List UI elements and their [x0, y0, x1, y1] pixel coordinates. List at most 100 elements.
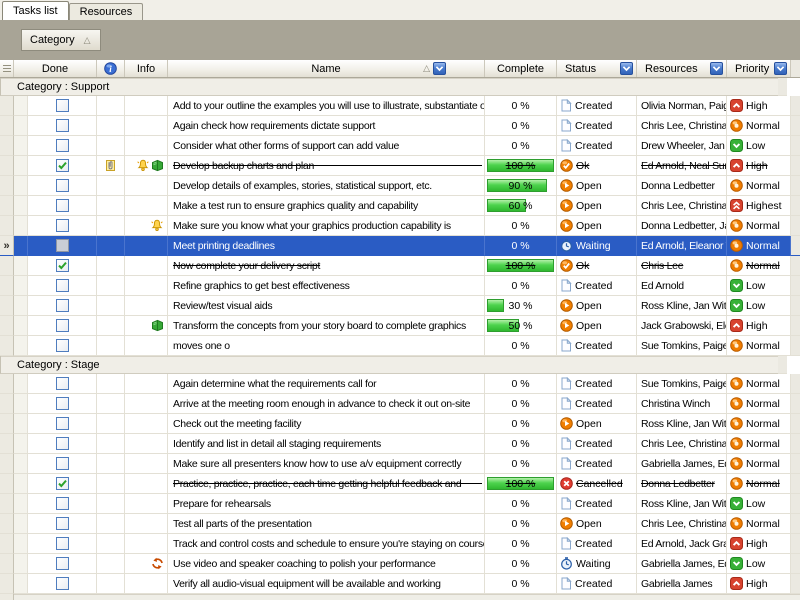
resources-text: Chris Lee, Christina W — [641, 120, 727, 132]
done-checkbox[interactable] — [56, 159, 69, 172]
done-checkbox[interactable] — [56, 437, 69, 450]
done-checkbox[interactable] — [56, 557, 69, 570]
done-checkbox[interactable] — [56, 119, 69, 132]
cancelled-icon — [560, 477, 573, 490]
task-row[interactable]: Develop details of examples, stories, st… — [0, 176, 800, 196]
created-document-icon — [560, 279, 572, 292]
task-row[interactable]: Review/test visual aids30 %OpenRoss Klin… — [0, 296, 800, 316]
resources-cell: Olivia Norman, Paige — [637, 96, 727, 116]
task-row[interactable]: Make sure all presenters know how to use… — [0, 454, 800, 474]
done-checkbox[interactable] — [56, 259, 69, 272]
group-indent-cell — [14, 394, 28, 414]
task-row[interactable]: Again check how requirements dictate sup… — [0, 116, 800, 136]
done-checkbox[interactable] — [56, 299, 69, 312]
priority-cell: Normal — [727, 116, 791, 136]
task-row[interactable]: Make sure you know what your graphics pr… — [0, 216, 800, 236]
done-checkbox[interactable] — [56, 179, 69, 192]
task-row[interactable]: Make a test run to ensure graphics quali… — [0, 196, 800, 216]
done-checkbox[interactable] — [56, 377, 69, 390]
task-row[interactable]: Verify all audio-visual equipment will b… — [0, 574, 800, 594]
header-priority[interactable]: Priority — [727, 60, 791, 77]
task-row[interactable]: Develop backup charts and plan100 %OkEd … — [0, 156, 800, 176]
done-checkbox[interactable] — [56, 279, 69, 292]
done-checkbox[interactable] — [56, 577, 69, 590]
done-checkbox[interactable] — [56, 457, 69, 470]
created-document-icon — [560, 497, 572, 510]
header-complete[interactable]: Complete — [485, 60, 557, 77]
done-checkbox[interactable] — [56, 417, 69, 430]
priority-cell: Normal — [727, 434, 791, 454]
header-info-icon-column[interactable]: i — [97, 60, 125, 77]
complete-cell: 90 % — [485, 176, 557, 196]
info-cell — [125, 296, 168, 316]
group-row[interactable]: Category : Support — [0, 78, 800, 96]
done-checkbox[interactable] — [56, 517, 69, 530]
done-checkbox[interactable] — [56, 219, 69, 232]
done-checkbox[interactable] — [56, 239, 69, 252]
task-row[interactable]: Transform the concepts from your story b… — [0, 316, 800, 336]
task-row[interactable]: moves one o0 %CreatedSue Tomkins, Paige … — [0, 336, 800, 356]
filter-button-name[interactable] — [433, 62, 446, 75]
row-indicator — [0, 434, 14, 454]
priority-high-icon — [730, 99, 743, 112]
row-indicator — [0, 316, 14, 336]
group-row[interactable]: Category : Stage — [0, 356, 800, 374]
task-row[interactable]: »Meet printing deadlines0 %WaitingEd Arn… — [0, 236, 800, 256]
task-name-cell: Track and control costs and schedule to … — [168, 534, 485, 554]
status-cell: Created — [557, 434, 637, 454]
status-label: Created — [575, 120, 612, 132]
resources-text: Olivia Norman, Paige — [641, 100, 727, 112]
filter-button-status[interactable] — [620, 62, 633, 75]
header-name[interactable]: Name △ — [168, 60, 485, 77]
filter-button-priority[interactable] — [774, 62, 787, 75]
task-row[interactable]: Refine graphics to get best effectivenes… — [0, 276, 800, 296]
task-row[interactable]: Arrive at the meeting room enough in adv… — [0, 394, 800, 414]
info-cell — [125, 136, 168, 156]
done-checkbox[interactable] — [56, 339, 69, 352]
open-icon — [560, 299, 573, 312]
header-done[interactable]: Done — [14, 60, 97, 77]
complete-percent: 0 % — [511, 280, 529, 292]
header-info[interactable]: Info — [125, 60, 168, 77]
task-row[interactable]: Identify and list in detail all staging … — [0, 434, 800, 454]
status-cell: Open — [557, 296, 637, 316]
done-checkbox[interactable] — [56, 319, 69, 332]
done-checkbox[interactable] — [56, 397, 69, 410]
resources-text: Chris Lee, Christina W — [641, 200, 727, 212]
task-row[interactable]: Now complete your delivery script100 %Ok… — [0, 256, 800, 276]
done-checkbox[interactable] — [56, 199, 69, 212]
done-checkbox[interactable] — [56, 537, 69, 550]
done-cell — [28, 156, 97, 176]
row-indicator — [0, 414, 14, 434]
task-row[interactable]: Prepare for rehearsals0 %CreatedRoss Kli… — [0, 494, 800, 514]
task-row[interactable]: Check out the meeting facility0 %OpenRos… — [0, 414, 800, 434]
status-cell: Open — [557, 196, 637, 216]
task-row[interactable]: Add to your outline the examples you wil… — [0, 96, 800, 116]
group-category-button[interactable]: Category △ — [21, 29, 101, 51]
attachment-cell — [97, 136, 125, 156]
done-checkbox[interactable] — [56, 497, 69, 510]
grid-right-filler — [791, 216, 800, 236]
header-status[interactable]: Status — [557, 60, 637, 77]
task-row[interactable]: Consider what other forms of support can… — [0, 136, 800, 156]
priority-label: High — [746, 578, 768, 590]
tab-resources[interactable]: Resources — [69, 3, 144, 20]
done-checkbox[interactable] — [56, 99, 69, 112]
task-row[interactable]: Track and control costs and schedule to … — [0, 534, 800, 554]
tab-tasks-list[interactable]: Tasks list — [2, 1, 69, 20]
task-row[interactable]: Practice, practice, practice, each time … — [0, 474, 800, 494]
task-row[interactable]: Again determine what the requirements ca… — [0, 374, 800, 394]
task-row[interactable]: Use video and speaker coaching to polish… — [0, 554, 800, 574]
group-label: Category : Stage — [1, 356, 778, 374]
task-name: Refine graphics to get best effectivenes… — [173, 280, 350, 292]
grid-right-filler — [791, 494, 800, 514]
row-indicator — [0, 336, 14, 356]
done-checkbox[interactable] — [56, 477, 69, 490]
resources-text: Gabriella James, Ed — [641, 558, 727, 570]
task-row[interactable]: Test all parts of the presentation0 %Ope… — [0, 514, 800, 534]
complete-cell: 50 % — [485, 316, 557, 336]
green-book-icon — [151, 319, 164, 332]
filter-button-resources[interactable] — [710, 62, 723, 75]
done-checkbox[interactable] — [56, 139, 69, 152]
header-resources[interactable]: Resources — [637, 60, 727, 77]
